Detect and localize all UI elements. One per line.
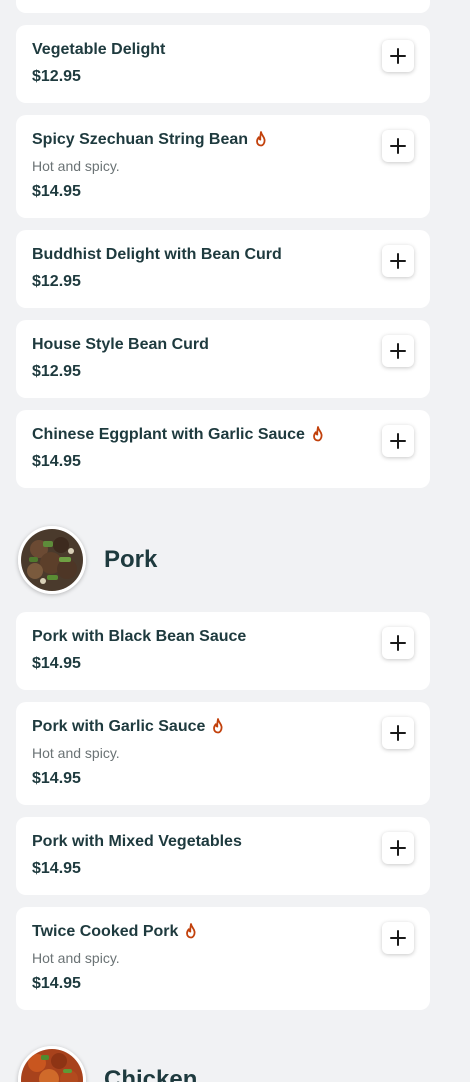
menu-item-name: Spicy Szechuan String Bean bbox=[32, 131, 249, 148]
menu-item-name-row: Twice Cooked Pork bbox=[32, 923, 198, 941]
plus-icon bbox=[390, 138, 406, 154]
plus-icon bbox=[390, 433, 406, 449]
menu-item-card[interactable]: Buddhist Delight with Bean Curd $12.95 bbox=[16, 230, 430, 308]
menu-item-name: Vegetable Delight bbox=[32, 41, 166, 58]
plus-icon bbox=[390, 343, 406, 359]
add-item-button[interactable] bbox=[382, 922, 414, 954]
menu-item-price: $14.95 bbox=[32, 975, 81, 992]
menu-item-card[interactable]: Pork with Black Bean Sauce $14.95 bbox=[16, 612, 430, 690]
menu-item-name-row: Pork with Garlic Sauce bbox=[32, 718, 225, 736]
flame-icon bbox=[256, 131, 266, 147]
menu-page: Vegetable Delight $12.95 Spicy Szechuan … bbox=[0, 0, 470, 1082]
flame-icon bbox=[313, 426, 323, 442]
menu-item-name: Pork with Garlic Sauce bbox=[32, 718, 206, 735]
add-item-button[interactable] bbox=[382, 335, 414, 367]
menu-item-price: $12.95 bbox=[32, 363, 81, 380]
add-item-button[interactable] bbox=[382, 832, 414, 864]
menu-item-price: $14.95 bbox=[32, 655, 81, 672]
menu-item-card[interactable]: Pork with Garlic Sauce Hot and spicy. $1… bbox=[16, 702, 430, 805]
menu-item-name: Buddhist Delight with Bean Curd bbox=[32, 246, 282, 263]
menu-item-name: House Style Bean Curd bbox=[32, 336, 209, 353]
menu-item-card[interactable]: Vegetable Delight $12.95 bbox=[16, 25, 430, 103]
menu-item-card[interactable]: Pork with Mixed Vegetables $14.95 bbox=[16, 817, 430, 895]
menu-item-price: $14.95 bbox=[32, 860, 81, 877]
plus-icon bbox=[390, 253, 406, 269]
menu-item-name: Pork with Mixed Vegetables bbox=[32, 833, 242, 850]
add-item-button[interactable] bbox=[382, 245, 414, 277]
menu-item-price: $12.95 bbox=[32, 68, 81, 85]
menu-item-name-row: Spicy Szechuan String Bean bbox=[32, 131, 268, 149]
menu-item-name-row: Chinese Eggplant with Garlic Sauce bbox=[32, 426, 325, 444]
menu-item-name: Pork with Black Bean Sauce bbox=[32, 628, 247, 645]
pork-dish-image bbox=[21, 529, 83, 591]
plus-icon bbox=[390, 48, 406, 64]
section-header-pork: Pork bbox=[18, 526, 157, 594]
plus-icon bbox=[390, 635, 406, 651]
add-item-button[interactable] bbox=[382, 425, 414, 457]
section-title: Chicken bbox=[104, 1066, 198, 1082]
menu-item-description: Hot and spicy. bbox=[32, 950, 120, 966]
menu-item-description: Hot and spicy. bbox=[32, 745, 120, 761]
menu-item-card[interactable]: House Style Bean Curd $12.95 bbox=[16, 320, 430, 398]
menu-item-card[interactable]: Twice Cooked Pork Hot and spicy. $14.95 bbox=[16, 907, 430, 1010]
flame-icon bbox=[186, 923, 196, 939]
section-image bbox=[18, 1046, 86, 1082]
plus-icon bbox=[390, 725, 406, 741]
plus-icon bbox=[390, 930, 406, 946]
section-header-chicken: Chicken bbox=[18, 1046, 197, 1082]
menu-item-price: $12.95 bbox=[32, 273, 81, 290]
menu-item-card-partial bbox=[16, 0, 430, 13]
add-item-button[interactable] bbox=[382, 40, 414, 72]
menu-item-price: $14.95 bbox=[32, 770, 81, 787]
add-item-button[interactable] bbox=[382, 627, 414, 659]
menu-item-price: $14.95 bbox=[32, 183, 81, 200]
add-item-button[interactable] bbox=[382, 130, 414, 162]
add-item-button[interactable] bbox=[382, 717, 414, 749]
section-title: Pork bbox=[104, 546, 158, 573]
flame-icon bbox=[213, 718, 223, 734]
menu-item-description: Hot and spicy. bbox=[32, 158, 120, 174]
plus-icon bbox=[390, 840, 406, 856]
menu-item-name: Twice Cooked Pork bbox=[32, 923, 179, 940]
section-image bbox=[18, 526, 86, 594]
menu-item-card[interactable]: Chinese Eggplant with Garlic Sauce $14.9… bbox=[16, 410, 430, 488]
menu-item-name: Chinese Eggplant with Garlic Sauce bbox=[32, 426, 305, 443]
chicken-dish-image bbox=[21, 1049, 83, 1082]
menu-item-price: $14.95 bbox=[32, 453, 81, 470]
menu-item-card[interactable]: Spicy Szechuan String Bean Hot and spicy… bbox=[16, 115, 430, 218]
